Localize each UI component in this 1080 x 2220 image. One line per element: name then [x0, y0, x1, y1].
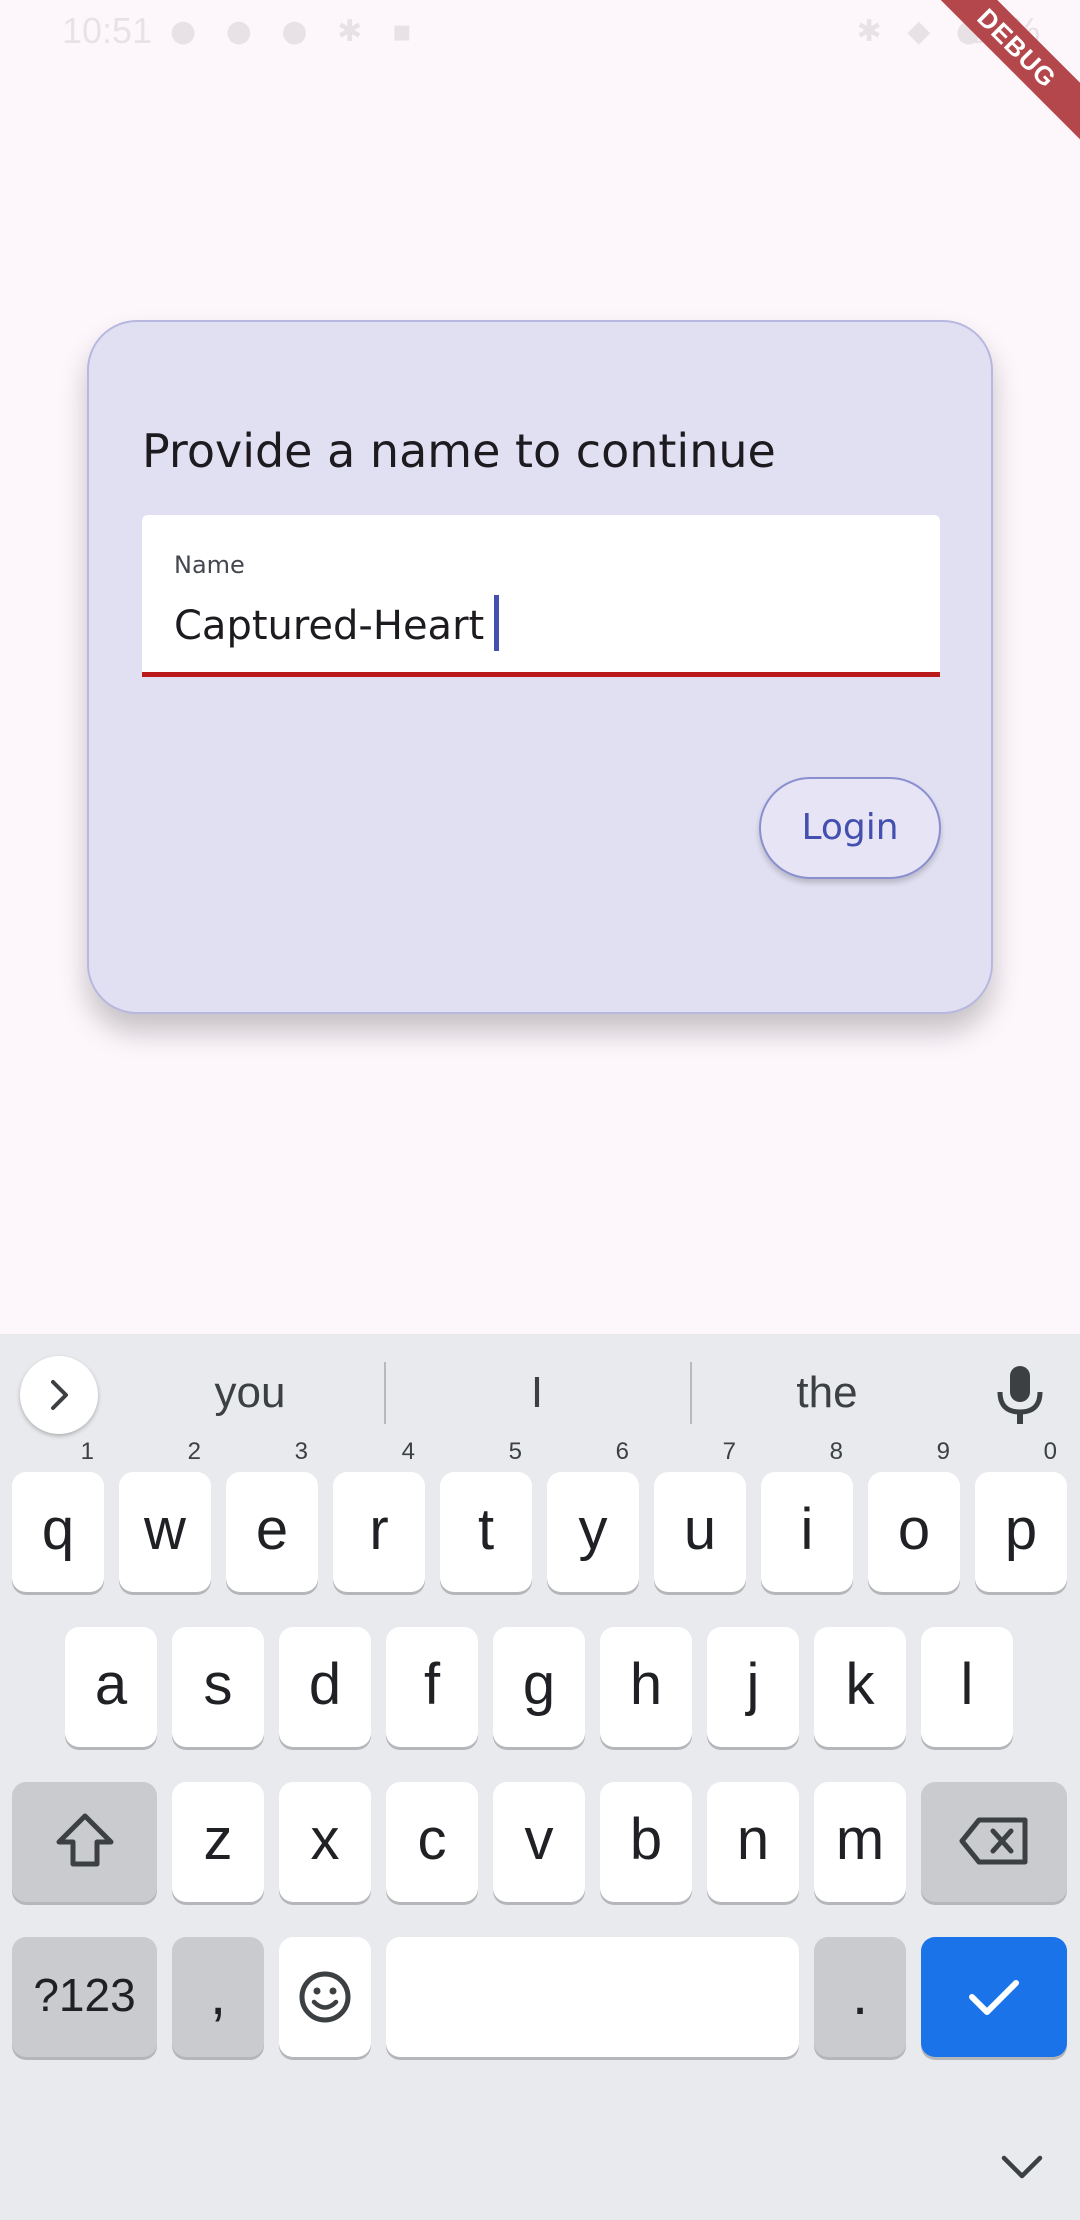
backspace-icon	[959, 1817, 1028, 1865]
suggestion-bar: you I the	[0, 1334, 1080, 1454]
status-time: 10:51	[62, 10, 153, 51]
notification-icons: ● ● ● ✱ ▪	[170, 14, 423, 49]
key-h[interactable]: h	[600, 1627, 692, 1747]
key-hint: 2	[187, 1438, 201, 1465]
key-label: o	[897, 1497, 931, 1562]
text-cursor	[494, 595, 500, 651]
key-hint: 6	[615, 1438, 629, 1465]
name-field[interactable]: Name Captured-Heart	[142, 515, 940, 677]
key-label: r	[369, 1497, 389, 1562]
status-bar: 10:51 ● ● ● ✱ ▪ ✱ ◆ ● 82%	[0, 0, 1080, 64]
key-label: u	[683, 1497, 717, 1562]
key-hint: 7	[722, 1438, 736, 1465]
symbols-key[interactable]: ?123	[12, 1937, 157, 2057]
card-title: Provide a name to continue	[142, 424, 776, 478]
check-icon	[969, 1980, 1019, 2015]
emoji-key[interactable]	[279, 1937, 371, 2057]
key-label: t	[477, 1497, 495, 1562]
key-g[interactable]: g	[493, 1627, 585, 1747]
key-l[interactable]: l	[921, 1627, 1013, 1747]
key-b[interactable]: b	[600, 1782, 692, 1902]
emoji-icon	[299, 1971, 351, 2023]
key-x[interactable]: x	[279, 1782, 371, 1902]
soft-keyboard: you I the q1 w2 e3 r4 t5 y6 u7 i8 o9 p0 …	[0, 1334, 1080, 2220]
key-hint: 5	[508, 1438, 522, 1465]
key-y[interactable]: y6	[547, 1438, 639, 1592]
shift-key[interactable]	[12, 1782, 157, 1902]
key-label: e	[255, 1497, 289, 1562]
comma-key[interactable]: ,	[172, 1937, 264, 2057]
key-label: w	[144, 1497, 186, 1562]
chevron-down-icon[interactable]	[1000, 2152, 1044, 2182]
key-label: y	[578, 1497, 608, 1562]
key-n[interactable]: n	[707, 1782, 799, 1902]
key-hint: 8	[829, 1438, 843, 1465]
key-a[interactable]: a	[65, 1627, 157, 1747]
key-d[interactable]: d	[279, 1627, 371, 1747]
key-hint: 4	[401, 1438, 415, 1465]
key-q[interactable]: q1	[12, 1438, 104, 1592]
key-label: q	[41, 1497, 75, 1562]
key-p[interactable]: p0	[975, 1438, 1067, 1592]
key-f[interactable]: f	[386, 1627, 478, 1747]
login-button[interactable]: Login	[759, 777, 941, 879]
key-hint: 1	[80, 1438, 94, 1465]
name-field-label: Name	[174, 551, 245, 579]
key-label: p	[1004, 1497, 1038, 1562]
suggestion-3[interactable]: the	[692, 1368, 962, 1418]
key-m[interactable]: m	[814, 1782, 906, 1902]
key-v[interactable]: v	[493, 1782, 585, 1902]
key-o[interactable]: o9	[868, 1438, 960, 1592]
period-key[interactable]: .	[814, 1937, 906, 2057]
shift-icon	[56, 1813, 113, 1867]
key-c[interactable]: c	[386, 1782, 478, 1902]
key-j[interactable]: j	[707, 1627, 799, 1747]
login-card: Provide a name to continue Name Captured…	[87, 320, 993, 1014]
key-r[interactable]: r4	[333, 1438, 425, 1592]
enter-key[interactable]	[921, 1937, 1067, 2057]
key-z[interactable]: z	[172, 1782, 264, 1902]
key-hint: 0	[1043, 1438, 1057, 1465]
chevron-right-icon[interactable]	[20, 1356, 98, 1434]
key-w[interactable]: w2	[119, 1438, 211, 1592]
space-key[interactable]	[386, 1937, 799, 2057]
name-field-value[interactable]: Captured-Heart	[174, 603, 484, 649]
key-hint: 3	[294, 1438, 308, 1465]
key-hint: 9	[936, 1438, 950, 1465]
suggestion-2[interactable]: I	[402, 1368, 672, 1418]
key-u[interactable]: u7	[654, 1438, 746, 1592]
key-i[interactable]: i8	[761, 1438, 853, 1592]
backspace-key[interactable]	[921, 1782, 1067, 1902]
key-label: i	[800, 1497, 814, 1562]
key-e[interactable]: e3	[226, 1438, 318, 1592]
suggestion-divider	[384, 1362, 386, 1424]
key-t[interactable]: t5	[440, 1438, 532, 1592]
key-k[interactable]: k	[814, 1627, 906, 1747]
key-s[interactable]: s	[172, 1627, 264, 1747]
suggestion-1[interactable]: you	[115, 1368, 385, 1418]
mic-icon[interactable]	[992, 1364, 1048, 1428]
